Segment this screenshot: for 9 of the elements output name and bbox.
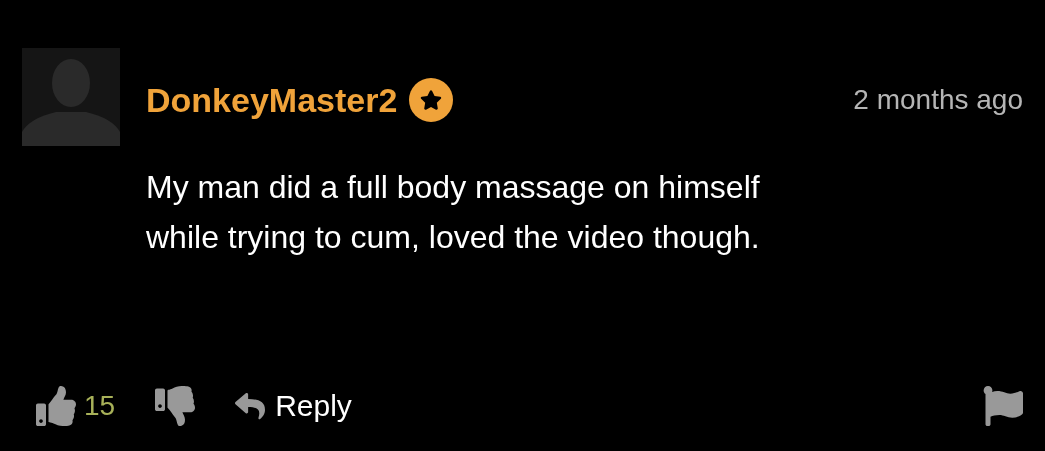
reply-arrow-icon bbox=[235, 391, 266, 422]
comment-text: My man did a full body massage on himself while trying to cum, loved the video though. bbox=[146, 168, 761, 257]
reply-button[interactable]: Reply bbox=[235, 389, 352, 424]
flag-icon[interactable] bbox=[983, 386, 1023, 427]
username[interactable]: DonkeyMaster2 bbox=[146, 80, 398, 120]
thumbs-up-icon[interactable] bbox=[36, 386, 76, 427]
like-count: 15 bbox=[84, 390, 116, 423]
thumbs-down-icon[interactable] bbox=[155, 386, 196, 427]
timestamp: 2 months ago bbox=[853, 84, 1023, 116]
